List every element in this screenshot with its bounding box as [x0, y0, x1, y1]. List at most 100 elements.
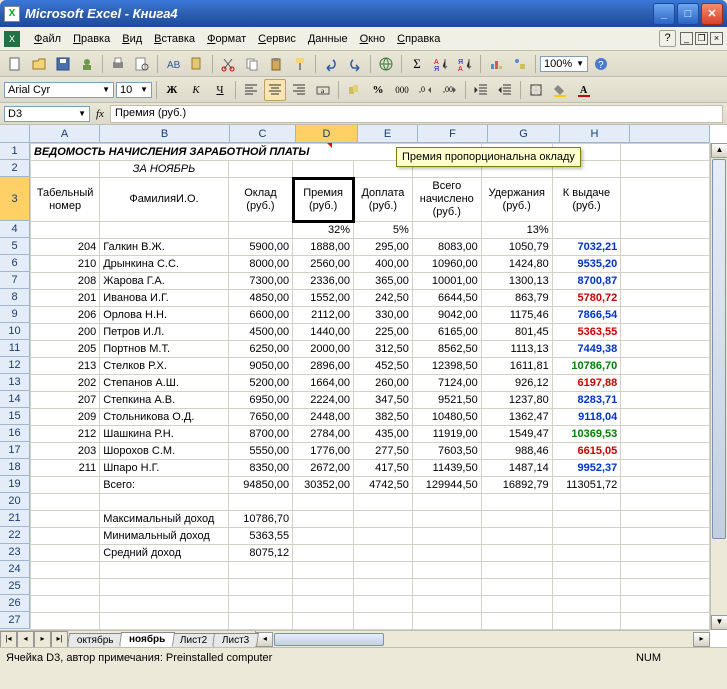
cell[interactable]: 400,00 [354, 256, 413, 273]
cell[interactable]: 8700,87 [552, 273, 621, 290]
cell[interactable] [481, 596, 552, 613]
cell[interactable]: Петров И.Л. [100, 324, 229, 341]
row-header-5[interactable]: 5 [0, 238, 30, 255]
cell[interactable] [621, 144, 710, 161]
cell[interactable]: 926,12 [481, 375, 552, 392]
cell[interactable]: 7650,00 [228, 409, 292, 426]
cell[interactable]: 30352,00 [293, 477, 354, 494]
cell[interactable]: 435,00 [354, 426, 413, 443]
row-header-10[interactable]: 10 [0, 323, 30, 340]
cell[interactable]: 206 [31, 307, 100, 324]
cell[interactable] [552, 596, 621, 613]
select-all-corner[interactable] [0, 125, 30, 143]
row-header-2[interactable]: 2 [0, 160, 30, 177]
cell[interactable]: Максимальный доход [100, 511, 229, 528]
cell[interactable] [354, 613, 413, 630]
cell[interactable]: 7124,00 [412, 375, 481, 392]
cell[interactable]: Удержания (руб.) [481, 178, 552, 222]
cell[interactable]: 5900,00 [228, 239, 292, 256]
cell[interactable]: Табельный номер [31, 178, 100, 222]
cell[interactable] [481, 562, 552, 579]
menu-Вставка[interactable]: Вставка [148, 30, 201, 48]
cell[interactable] [293, 562, 354, 579]
cell[interactable]: 2560,00 [293, 256, 354, 273]
cell[interactable]: 5363,55 [552, 324, 621, 341]
scroll-up-button[interactable]: ▲ [711, 143, 727, 158]
scroll-down-button[interactable]: ▼ [711, 615, 727, 630]
bold-button[interactable]: Ж [161, 79, 183, 101]
new-button[interactable] [4, 53, 26, 75]
cell[interactable]: 7866,54 [552, 307, 621, 324]
cell[interactable]: 204 [31, 239, 100, 256]
cell[interactable]: 1050,79 [481, 239, 552, 256]
cell[interactable]: 2224,00 [293, 392, 354, 409]
save-button[interactable] [52, 53, 74, 75]
cell[interactable]: 8083,00 [412, 239, 481, 256]
menu-Файл[interactable]: Файл [28, 30, 67, 48]
cell[interactable]: 1113,13 [481, 341, 552, 358]
cell[interactable]: 129944,50 [412, 477, 481, 494]
cell[interactable] [621, 443, 710, 460]
font-size-combo[interactable]: 10▼ [116, 82, 152, 98]
cell[interactable]: Всего начислено (руб.) [412, 178, 481, 222]
comma-button[interactable]: 000 [391, 79, 413, 101]
cell[interactable]: 1362,47 [481, 409, 552, 426]
cell[interactable] [293, 494, 354, 511]
cell[interactable]: Жарова Г.А. [100, 273, 229, 290]
sheet-tab-Лист2[interactable]: Лист2 [170, 633, 217, 647]
cell[interactable] [621, 290, 710, 307]
cell[interactable]: 1424,80 [481, 256, 552, 273]
cell[interactable]: 203 [31, 443, 100, 460]
cell[interactable] [354, 596, 413, 613]
cell[interactable]: 1300,13 [481, 273, 552, 290]
cell[interactable]: 211 [31, 460, 100, 477]
drawing-button[interactable] [509, 53, 531, 75]
cell[interactable] [100, 613, 229, 630]
cell[interactable]: 5780,72 [552, 290, 621, 307]
cell[interactable] [621, 307, 710, 324]
cell[interactable]: 365,00 [354, 273, 413, 290]
undo-button[interactable] [320, 53, 342, 75]
row-header-6[interactable]: 6 [0, 255, 30, 272]
col-header-C[interactable]: C [230, 125, 296, 143]
cell[interactable] [354, 494, 413, 511]
cell[interactable]: 295,00 [354, 239, 413, 256]
cell[interactable]: Иванова И.Г. [100, 290, 229, 307]
cell[interactable]: 242,50 [354, 290, 413, 307]
cell[interactable]: 6250,00 [228, 341, 292, 358]
row-header-7[interactable]: 7 [0, 272, 30, 289]
cell[interactable]: 7603,50 [412, 443, 481, 460]
column-headers[interactable]: ABCDEFGH [30, 125, 710, 143]
cell[interactable] [293, 161, 354, 178]
cell[interactable] [621, 477, 710, 494]
cell[interactable]: 10786,70 [552, 358, 621, 375]
italic-button[interactable]: К [185, 79, 207, 101]
cell[interactable]: Дрынкина С.С. [100, 256, 229, 273]
cell[interactable]: К выдаче (руб.) [552, 178, 621, 222]
cell[interactable]: 2336,00 [293, 273, 354, 290]
row-header-16[interactable]: 16 [0, 425, 30, 442]
cell[interactable]: 312,50 [354, 341, 413, 358]
cell[interactable]: Всего: [100, 477, 229, 494]
percent-button[interactable]: % [367, 79, 389, 101]
cell[interactable]: 5363,55 [228, 528, 292, 545]
maximize-button[interactable]: □ [677, 3, 699, 25]
cell[interactable]: 6197,88 [552, 375, 621, 392]
cell[interactable]: Средний доход [100, 545, 229, 562]
cell[interactable]: 6615,05 [552, 443, 621, 460]
row-header-8[interactable]: 8 [0, 289, 30, 306]
hyperlink-button[interactable] [375, 53, 397, 75]
autosum-button[interactable]: Σ [406, 53, 428, 75]
cell[interactable] [31, 596, 100, 613]
vscroll-thumb[interactable] [712, 159, 726, 539]
sort-asc-button[interactable]: АЯ [430, 53, 452, 75]
cell[interactable] [354, 545, 413, 562]
vertical-scrollbar[interactable]: ▲ ▼ [710, 143, 727, 630]
cell[interactable]: 4850,00 [228, 290, 292, 307]
cell[interactable] [621, 562, 710, 579]
cell[interactable] [621, 494, 710, 511]
cell[interactable]: 260,00 [354, 375, 413, 392]
cell[interactable] [552, 494, 621, 511]
font-color-button[interactable]: A [573, 79, 595, 101]
align-center-button[interactable] [264, 79, 286, 101]
